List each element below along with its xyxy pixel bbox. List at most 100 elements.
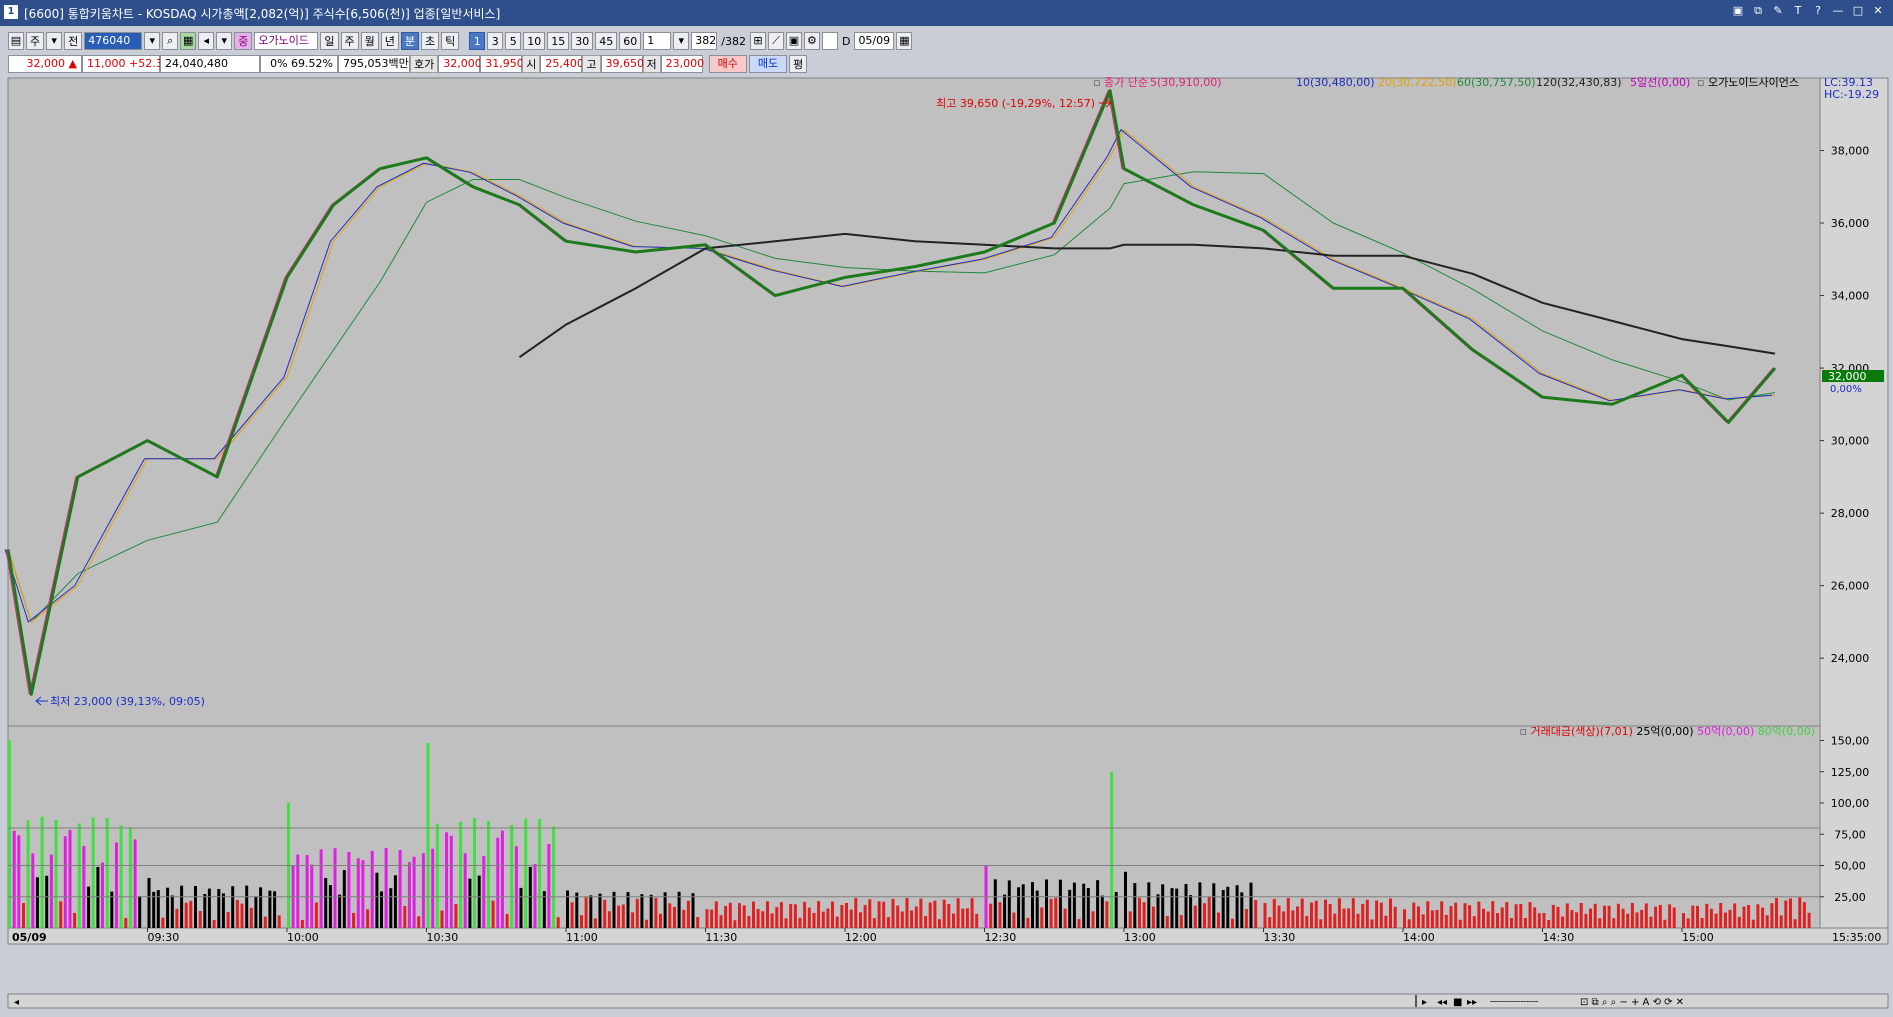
stock-list-icon[interactable]: ▦ (180, 32, 197, 50)
search-icon[interactable]: ⌕ (162, 32, 179, 50)
help-icon[interactable]: ? (1811, 4, 1825, 18)
interval-dropdown-icon[interactable]: ▾ (673, 32, 690, 50)
prev-button[interactable]: 전 (64, 32, 83, 50)
scroll-thumb[interactable] (1415, 995, 1417, 1007)
interval-3[interactable]: 3 (487, 32, 504, 50)
stock-name-field[interactable]: 오가노이드 (254, 32, 319, 50)
volume-bar (1770, 903, 1774, 928)
period-select[interactable]: 주 (26, 32, 45, 50)
volume-bar (1779, 915, 1783, 928)
volume-bar (1347, 908, 1351, 928)
volume-pane[interactable] (7, 725, 1821, 929)
speaker-icon[interactable]: ◂ (198, 32, 215, 50)
bar-count-input[interactable]: 382 (691, 32, 718, 50)
fast-forward-icon[interactable]: ▸▸ (1467, 997, 1477, 1008)
text-icon[interactable]: T (1791, 4, 1805, 18)
period-second[interactable]: 초 (421, 32, 440, 50)
save-icon[interactable]: ▣ (785, 32, 802, 50)
minimize-icon[interactable]: — (1831, 4, 1845, 18)
chart-menu-icon[interactable]: ▤ (8, 32, 24, 50)
period-minute[interactable]: 분 (400, 32, 419, 50)
volume-bar (1742, 906, 1746, 928)
settings-icon[interactable]: ⚙ (803, 32, 820, 50)
pin-icon[interactable]: ✎ (1771, 4, 1785, 18)
period-day[interactable]: 일 (320, 32, 339, 50)
speaker-dropdown-icon[interactable]: ▾ (216, 32, 233, 50)
volume-bar (868, 899, 872, 928)
volume-bar (1244, 909, 1248, 928)
volume-bar (324, 878, 328, 928)
volume-bar (59, 901, 63, 928)
scroll-left-icon[interactable]: ◂ (14, 997, 19, 1008)
layout-icon[interactable]: ▣ (1731, 4, 1745, 18)
volume-bar (1784, 900, 1788, 928)
volume-bar (1547, 920, 1551, 928)
volume-bar (468, 878, 472, 928)
volume-bar (463, 853, 467, 928)
scroll-right-icon[interactable]: ▸ (1422, 997, 1427, 1008)
close-icon[interactable]: ✕ (1871, 4, 1885, 18)
code-dropdown-icon[interactable]: ▾ (144, 32, 161, 50)
period-week[interactable]: 주 (340, 32, 359, 50)
interval-15[interactable]: 15 (547, 32, 570, 50)
volume-bar (612, 891, 616, 928)
volume-bar (1598, 918, 1602, 928)
volume-bar (1282, 911, 1286, 928)
volume-bar (798, 917, 802, 928)
volume-bar (207, 888, 211, 928)
period-month[interactable]: 월 (360, 32, 379, 50)
period-year[interactable]: 년 (380, 32, 399, 50)
line-tool-icon[interactable]: ⟋ (767, 32, 784, 50)
volume-bar (1082, 883, 1086, 928)
interval-30[interactable]: 30 (571, 32, 594, 50)
calendar-icon[interactable]: ▦ (896, 32, 913, 50)
rewind-icon[interactable]: ◂◂ (1437, 997, 1447, 1008)
volume-bar (277, 915, 281, 928)
eval-button[interactable]: 평 (789, 55, 808, 73)
volume-bar (859, 912, 862, 928)
volume-bar (87, 886, 91, 928)
time-label: 09:30 (148, 931, 180, 944)
interval-count-input[interactable]: 1 (643, 32, 672, 50)
interval-60[interactable]: 60 (619, 32, 642, 50)
period-tick[interactable]: 틱 (441, 32, 460, 50)
price-tick-label: 34,000 (1831, 290, 1870, 303)
sell-button[interactable]: 매도 (748, 55, 788, 73)
volume-bar (724, 905, 728, 928)
checkbox-d[interactable] (821, 32, 838, 50)
stock-code-input[interactable]: 476040 (84, 32, 143, 50)
date-input[interactable]: 05/09 (854, 32, 895, 50)
volume-bar (180, 885, 184, 928)
volume-bar (598, 893, 602, 928)
chart-area[interactable]: 38,000 36,000 34,000 32,000 30,000 28,000 26,0… (0, 76, 1893, 1017)
interval-5[interactable]: 5 (505, 32, 522, 50)
stop-icon[interactable]: ■ (1453, 997, 1462, 1008)
buy-button[interactable]: 매수 (708, 55, 747, 73)
price-pane[interactable] (7, 77, 1821, 727)
volume-bar (733, 920, 737, 928)
maximize-icon[interactable]: □ (1851, 4, 1865, 18)
interval-10[interactable]: 10 (523, 32, 546, 50)
volume-bar (1231, 918, 1234, 928)
volume-bar (338, 894, 342, 928)
zoom-tools-icon[interactable]: ⊡ ⧉ ⌕ ⌕ − + A ⟲ ⟳ ✕ (1580, 997, 1684, 1008)
hc-value: HC:-19.29 (1824, 88, 1879, 101)
volume-bar (1496, 913, 1499, 928)
volume-bar (54, 820, 58, 928)
quote-bar: 32,000 ▲ 11,000 +52.38% 24,040,480 0% 69… (8, 54, 1888, 74)
range-ruler-icon[interactable]: ┄┄┄┄┄┄┄┄ (1490, 997, 1538, 1008)
volume-bar (1430, 910, 1434, 928)
volume-bar (1110, 771, 1114, 929)
volume-bar (1249, 882, 1253, 928)
interval-1[interactable]: 1 (469, 32, 486, 50)
volume-bar (496, 837, 500, 928)
grid-icon[interactable]: ⊞ (749, 32, 766, 50)
price-tick-label: 30,000 (1831, 435, 1870, 448)
volume-bar (1286, 898, 1290, 928)
restore-group-icon[interactable]: ⧉ (1751, 4, 1765, 18)
chevron-down-icon[interactable]: ▾ (46, 32, 63, 50)
volume-bar (1528, 902, 1532, 928)
volume-bar (1035, 890, 1039, 928)
current-price-value: 32,000 (26, 57, 66, 70)
interval-45[interactable]: 45 (595, 32, 618, 50)
